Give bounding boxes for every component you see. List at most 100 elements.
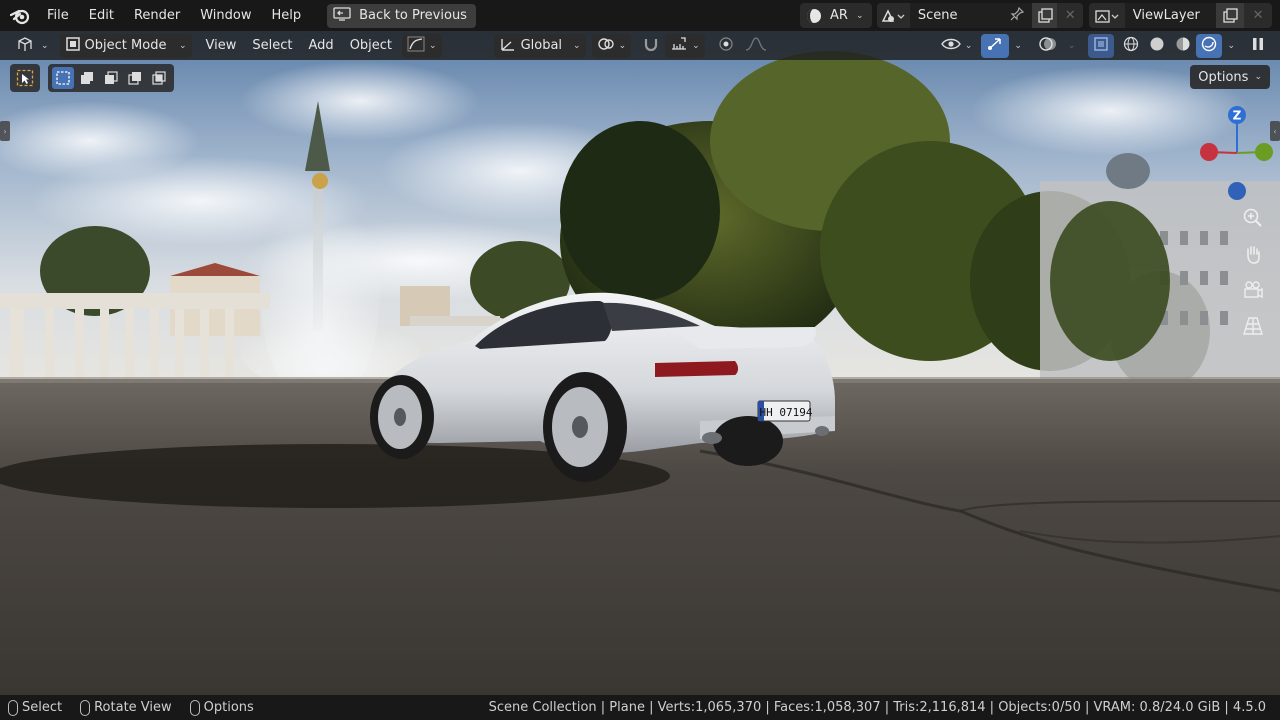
falloff-curve-icon: [744, 36, 768, 56]
chevron-down-icon: ⌄: [179, 40, 187, 51]
menu-edit[interactable]: Edit: [79, 4, 124, 28]
axes-icon: [499, 36, 517, 56]
overlays-dropdown[interactable]: ⌄: [1063, 34, 1081, 58]
new-scene-icon[interactable]: [1031, 3, 1058, 28]
pivot-icon: [597, 36, 615, 56]
menu-window[interactable]: Window: [190, 4, 261, 28]
overlays-icon: [1038, 36, 1058, 56]
chevron-down-icon: ⌄: [964, 40, 973, 51]
snap-curve-dropdown[interactable]: ⌄: [402, 33, 442, 58]
chevron-down-icon: ⌄: [618, 40, 627, 51]
hint-rotate-label: Rotate View: [94, 700, 172, 715]
active-tool-box: [10, 64, 40, 92]
material-shading-button[interactable]: [1170, 34, 1196, 58]
scene-statistics: Scene Collection | Plane | Verts:1,065,3…: [488, 700, 1266, 715]
pause-icon: [1251, 36, 1265, 56]
navigation-gizmo[interactable]: Z: [1190, 101, 1280, 211]
snap-target-dropdown[interactable]: ⌄: [665, 33, 705, 58]
status-hint-select: Select: [8, 699, 63, 716]
pivot-point-dropdown[interactable]: ⌄: [591, 33, 632, 58]
mouse-left-icon: [8, 699, 18, 716]
overlays-toggle[interactable]: [1033, 34, 1063, 58]
select-new-icon[interactable]: [52, 67, 74, 89]
top-menu-bar: File Edit Render Window Help Back to Pre…: [0, 0, 1280, 31]
eye-icon: [940, 36, 961, 56]
gizmo-y-axis: [1255, 143, 1273, 161]
select-intersect-icon[interactable]: [148, 67, 170, 89]
orientation-label: Global: [520, 38, 563, 53]
new-view-layer-icon[interactable]: [1216, 3, 1245, 28]
options-dropdown[interactable]: Options ⌄: [1190, 65, 1270, 89]
pin-icon[interactable]: [1010, 6, 1024, 25]
solid-shading-button[interactable]: [1144, 34, 1170, 58]
mouse-middle-icon: [80, 699, 91, 716]
gizmo-dropdown[interactable]: ⌄: [1009, 34, 1027, 58]
view-layer-name: ViewLayer: [1132, 8, 1200, 23]
camera-view-icon[interactable]: [1238, 275, 1268, 305]
menu-select[interactable]: Select: [244, 34, 300, 58]
chevron-down-icon: ⌄: [1014, 40, 1022, 51]
shading-dropdown[interactable]: ⌄: [1222, 34, 1240, 58]
select-box-tool-icon[interactable]: [14, 67, 36, 89]
object-mode-dropdown[interactable]: Object Mode ⌄: [59, 33, 192, 58]
proportional-edit-toggle[interactable]: [713, 34, 739, 58]
hint-options-label: Options: [203, 700, 254, 715]
object-mode-icon: [65, 36, 81, 56]
xray-toggle[interactable]: [1088, 33, 1115, 58]
scene-selector[interactable]: Scene ✕: [877, 3, 1083, 28]
chevron-down-icon: ⌄: [41, 40, 49, 51]
gizmo-z-label: Z: [1233, 109, 1242, 123]
select-subtract-icon[interactable]: [100, 67, 122, 89]
magnet-icon: [642, 36, 660, 56]
select-extend-icon[interactable]: [76, 67, 98, 89]
view-layer-selector[interactable]: ViewLayer ✕: [1089, 3, 1272, 28]
view-layer-icon: [1089, 3, 1125, 28]
menu-file[interactable]: File: [37, 4, 79, 28]
3d-viewport[interactable]: HH 07194 ⌄ Object Mode ⌄ View Select Add…: [0, 31, 1280, 695]
options-label: Options: [1198, 69, 1249, 85]
status-hint-options: Options: [189, 699, 254, 716]
visibility-dropdown[interactable]: ⌄: [936, 34, 978, 58]
menu-view[interactable]: View: [198, 34, 245, 58]
material-sphere-icon: [1175, 36, 1191, 56]
transform-orientation-dropdown[interactable]: Global ⌄: [493, 33, 586, 58]
select-invert-icon[interactable]: [124, 67, 146, 89]
rendered-shading-button[interactable]: [1196, 33, 1223, 58]
chevron-down-icon: ⌄: [1067, 40, 1076, 51]
back-to-previous-button[interactable]: Back to Previous: [327, 3, 476, 28]
menu-help[interactable]: Help: [262, 4, 312, 28]
editor-type-icon: [15, 35, 37, 57]
editor-type-selector[interactable]: ⌄: [10, 34, 54, 58]
menu-object[interactable]: Object: [342, 34, 400, 58]
pan-hand-icon[interactable]: [1238, 239, 1268, 269]
status-hint-rotate: Rotate View: [80, 699, 172, 716]
menu-render[interactable]: Render: [124, 4, 190, 28]
gizmo-toggle[interactable]: [981, 33, 1010, 58]
scene-name: Scene: [917, 8, 958, 23]
chevron-down-icon: ⌄: [692, 40, 700, 51]
zoom-icon[interactable]: [1238, 203, 1268, 233]
ar-selector[interactable]: AR ⌄: [800, 3, 872, 28]
delete-scene-icon[interactable]: ✕: [1057, 3, 1083, 28]
back-to-previous-label: Back to Previous: [359, 8, 467, 23]
falloff-dropdown[interactable]: [739, 34, 773, 58]
chevron-down-icon: ⌄: [855, 10, 864, 21]
hint-select-label: Select: [22, 700, 63, 715]
monitor-back-icon: [333, 6, 351, 25]
xray-icon: [1093, 36, 1109, 56]
scene-name-field[interactable]: Scene: [909, 3, 1032, 28]
toolbar-expand-arrow[interactable]: ›: [0, 121, 10, 141]
pause-render-button[interactable]: [1246, 34, 1270, 58]
curve-icon: [407, 36, 425, 56]
gizmo-x-axis: [1200, 143, 1218, 161]
license-plate-text: HH 07194: [760, 406, 813, 419]
menu-add[interactable]: Add: [301, 34, 342, 58]
chevron-down-icon: ⌄: [1227, 40, 1235, 51]
snap-toggle[interactable]: [637, 34, 665, 58]
view-layer-field[interactable]: ViewLayer: [1124, 3, 1217, 28]
selection-mode-box: [48, 64, 174, 92]
blender-logo-icon[interactable]: [9, 5, 31, 27]
delete-view-layer-icon[interactable]: ✕: [1244, 3, 1272, 28]
wireframe-shading-button[interactable]: [1118, 34, 1144, 58]
perspective-grid-icon[interactable]: [1238, 311, 1268, 341]
